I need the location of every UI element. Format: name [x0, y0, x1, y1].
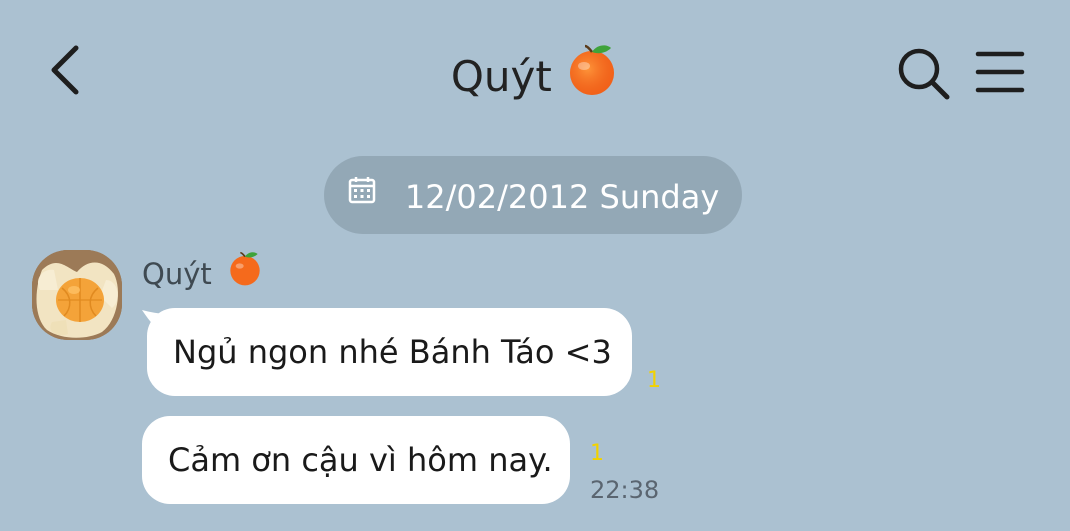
menu-button[interactable]	[974, 48, 1026, 96]
hamburger-menu-icon	[975, 51, 1025, 93]
date-divider-text: 12/02/2012 Sunday	[404, 178, 720, 216]
unread-count: 1	[590, 441, 604, 466]
message-time: 22:38	[590, 476, 660, 504]
chat-title-text: Quýt	[450, 52, 552, 101]
tangerine-icon	[565, 42, 619, 112]
tangerine-icon	[227, 250, 263, 296]
message-text: Cảm ơn cậu vì hôm nay.	[168, 441, 553, 479]
date-divider: 12/02/2012 Sunday	[324, 156, 742, 234]
chat-header: Quýt	[0, 0, 1070, 140]
avatar[interactable]	[32, 250, 122, 340]
peeled-tangerine-image	[32, 250, 122, 340]
calendar-icon	[347, 155, 377, 233]
sender-name: Quýt	[142, 251, 263, 296]
message-bubble[interactable]: Cảm ơn cậu vì hôm nay.	[142, 416, 570, 504]
message-text: Ngủ ngon nhé Bánh Táo <3	[173, 333, 612, 371]
unread-count: 1	[647, 368, 661, 393]
search-button[interactable]	[894, 44, 952, 102]
sender-name-text: Quýt	[142, 257, 212, 291]
message-bubble[interactable]: Ngủ ngon nhé Bánh Táo <3	[147, 308, 632, 396]
search-icon	[898, 48, 950, 100]
